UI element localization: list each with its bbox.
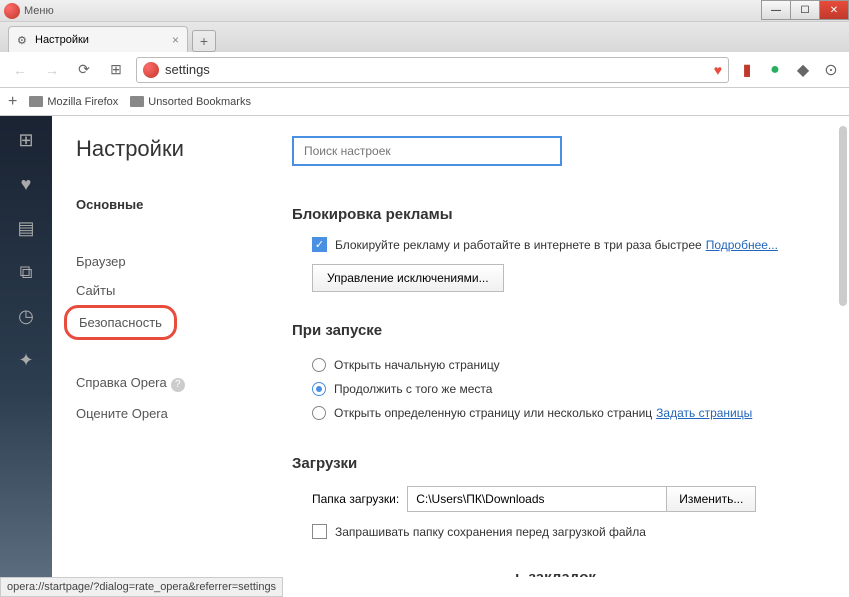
opera-logo-icon bbox=[4, 3, 20, 19]
folder-icon bbox=[29, 96, 43, 107]
bookmark-item-unsorted[interactable]: Unsorted Bookmarks bbox=[130, 96, 251, 108]
settings-sidebar: Настройки Основные Браузер Сайты Безопас… bbox=[52, 116, 282, 577]
radio-label: Продолжить с того же места bbox=[334, 382, 492, 396]
nav-browser[interactable]: Браузер bbox=[76, 247, 258, 276]
settings-search-input[interactable] bbox=[292, 136, 562, 166]
change-folder-button[interactable]: Изменить... bbox=[667, 486, 756, 512]
radio-label: Открыть начальную страницу bbox=[334, 358, 500, 372]
bookmarks-panel-title: ь закладок bbox=[292, 569, 819, 577]
maximize-button[interactable]: ☐ bbox=[790, 0, 820, 20]
folder-icon bbox=[130, 96, 144, 107]
gear-icon: ⚙ bbox=[17, 34, 29, 46]
nav-rate[interactable]: Оцените Opera bbox=[76, 399, 258, 428]
speed-dial-icon[interactable]: ⊞ bbox=[14, 128, 38, 152]
nav-security[interactable]: Безопасность bbox=[64, 305, 177, 340]
url-input[interactable] bbox=[165, 62, 714, 77]
shield-icon[interactable]: ◆ bbox=[793, 60, 813, 80]
startup-radio-specific[interactable]: Открыть определенную страницу или нескол… bbox=[292, 401, 819, 425]
vpn-icon[interactable]: ● bbox=[765, 60, 785, 80]
adblock-title: Блокировка рекламы bbox=[292, 206, 819, 223]
extensions-icon[interactable]: ⊙ bbox=[821, 60, 841, 80]
sidebar-dark: ⊞ ♥ ▤ ⧉ ◷ ✦ bbox=[0, 116, 52, 577]
adblock-checkbox-row[interactable]: ✓ Блокируйте рекламу и работайте в интер… bbox=[292, 237, 819, 252]
checkbox-icon[interactable] bbox=[312, 524, 327, 539]
bookmarks-heart-icon[interactable]: ♥ bbox=[14, 172, 38, 196]
page-title: Настройки bbox=[76, 136, 258, 162]
url-bar[interactable]: ♥ bbox=[136, 57, 729, 83]
startup-title: При запуске bbox=[292, 322, 819, 339]
startup-radio-homepage[interactable]: Открыть начальную страницу bbox=[292, 353, 819, 377]
startup-section: При запуске Открыть начальную страницу П… bbox=[292, 322, 819, 425]
bookmarks-panel-section: ь закладок bbox=[292, 569, 819, 577]
radio-icon[interactable] bbox=[312, 406, 326, 420]
speed-dial-button[interactable]: ⊞ bbox=[104, 58, 128, 82]
add-bookmark-button[interactable]: + bbox=[8, 93, 17, 111]
close-button[interactable]: ✕ bbox=[819, 0, 849, 20]
tab-close-icon[interactable]: × bbox=[172, 33, 179, 47]
status-text: opera://startpage/?dialog=rate_opera&ref… bbox=[7, 581, 276, 593]
window-controls: — ☐ ✕ bbox=[762, 0, 849, 20]
scrollbar[interactable] bbox=[839, 126, 847, 306]
forward-button[interactable]: → bbox=[40, 58, 64, 82]
back-button[interactable]: ← bbox=[8, 58, 32, 82]
radio-icon[interactable] bbox=[312, 382, 326, 396]
bookmark-label: Unsorted Bookmarks bbox=[148, 96, 251, 108]
reload-button[interactable]: ⟳ bbox=[72, 58, 96, 82]
downloads-section: Загрузки Папка загрузки: Изменить... Зап… bbox=[292, 455, 819, 539]
checkbox-icon[interactable]: ✓ bbox=[312, 237, 327, 252]
new-tab-button[interactable]: + bbox=[192, 30, 216, 52]
download-folder-row: Папка загрузки: Изменить... bbox=[292, 486, 819, 512]
tab-title: Настройки bbox=[35, 34, 89, 46]
settings-content: Блокировка рекламы ✓ Блокируйте рекламу … bbox=[282, 116, 849, 577]
downloads-title: Загрузки bbox=[292, 455, 819, 472]
ask-folder-checkbox-row[interactable]: Запрашивать папку сохранения перед загру… bbox=[292, 524, 819, 539]
download-folder-label: Папка загрузки: bbox=[312, 492, 399, 506]
bookmark-item-firefox[interactable]: Mozilla Firefox bbox=[29, 96, 118, 108]
tabs-icon[interactable]: ⧉ bbox=[14, 260, 38, 284]
news-icon[interactable]: ▤ bbox=[14, 216, 38, 240]
heart-icon[interactable]: ♥ bbox=[714, 62, 722, 78]
nav-sites[interactable]: Сайты bbox=[76, 276, 258, 305]
bookmark-label: Mozilla Firefox bbox=[47, 96, 118, 108]
startup-radio-continue[interactable]: Продолжить с того же места bbox=[292, 377, 819, 401]
nav-help[interactable]: Справка Opera? bbox=[76, 368, 258, 399]
sidebar-toggle-icon[interactable]: ▮ bbox=[737, 60, 757, 80]
set-pages-link[interactable]: Задать страницы bbox=[656, 406, 752, 420]
ask-folder-label: Запрашивать папку сохранения перед загру… bbox=[335, 525, 646, 539]
history-icon[interactable]: ◷ bbox=[14, 304, 38, 328]
tab-settings[interactable]: ⚙ Настройки × bbox=[8, 26, 188, 52]
status-bar: opera://startpage/?dialog=rate_opera&ref… bbox=[0, 577, 283, 597]
radio-icon[interactable] bbox=[312, 358, 326, 372]
manage-exceptions-button[interactable]: Управление исключениями... bbox=[312, 264, 504, 292]
adblock-section: Блокировка рекламы ✓ Блокируйте рекламу … bbox=[292, 206, 819, 292]
bookmark-bar: + Mozilla Firefox Unsorted Bookmarks bbox=[0, 88, 849, 116]
opera-icon bbox=[143, 62, 159, 78]
download-folder-input[interactable] bbox=[407, 486, 667, 512]
window-title: Меню bbox=[24, 5, 54, 17]
extensions-puzzle-icon[interactable]: ✦ bbox=[14, 348, 38, 372]
nav-basic[interactable]: Основные bbox=[76, 190, 258, 219]
help-icon: ? bbox=[171, 378, 185, 392]
tab-bar: ⚙ Настройки × + bbox=[0, 22, 849, 52]
adblock-label: Блокируйте рекламу и работайте в интерне… bbox=[335, 238, 702, 252]
navigation-bar: ← → ⟳ ⊞ ♥ ▮ ● ◆ ⊙ bbox=[0, 52, 849, 88]
radio-label: Открыть определенную страницу или нескол… bbox=[334, 406, 652, 420]
minimize-button[interactable]: — bbox=[761, 0, 791, 20]
window-titlebar: Меню — ☐ ✕ bbox=[0, 0, 849, 22]
adblock-more-link[interactable]: Подробнее... bbox=[706, 238, 778, 252]
